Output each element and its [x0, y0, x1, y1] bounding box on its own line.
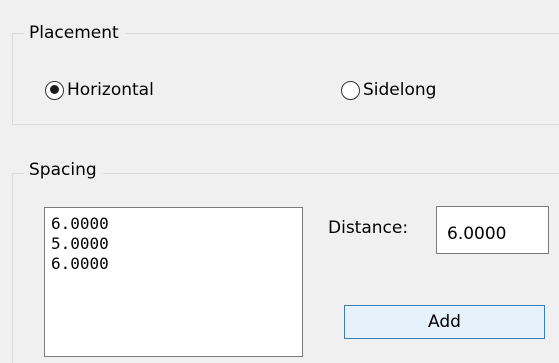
radio-horizontal-label[interactable]: Horizontal: [67, 80, 154, 100]
add-button[interactable]: Add: [344, 305, 545, 339]
distance-label: Distance:: [328, 218, 409, 238]
radio-sidelong[interactable]: Sidelong: [341, 80, 436, 100]
radio-checked-icon[interactable]: [45, 80, 64, 100]
list-item[interactable]: 6.0000: [51, 254, 302, 274]
list-item[interactable]: 6.0000: [51, 214, 302, 234]
distance-input[interactable]: [436, 206, 549, 254]
spacing-group-title: Spacing: [24, 160, 103, 180]
list-item[interactable]: 5.0000: [51, 234, 302, 254]
radio-sidelong-label[interactable]: Sidelong: [363, 80, 436, 100]
placement-group-title: Placement: [24, 23, 125, 43]
spacing-listbox[interactable]: 6.0000 5.0000 6.0000: [44, 207, 303, 357]
radio-unchecked-icon[interactable]: [341, 80, 360, 100]
placement-group: [12, 33, 559, 125]
radio-horizontal[interactable]: Horizontal: [45, 80, 154, 100]
